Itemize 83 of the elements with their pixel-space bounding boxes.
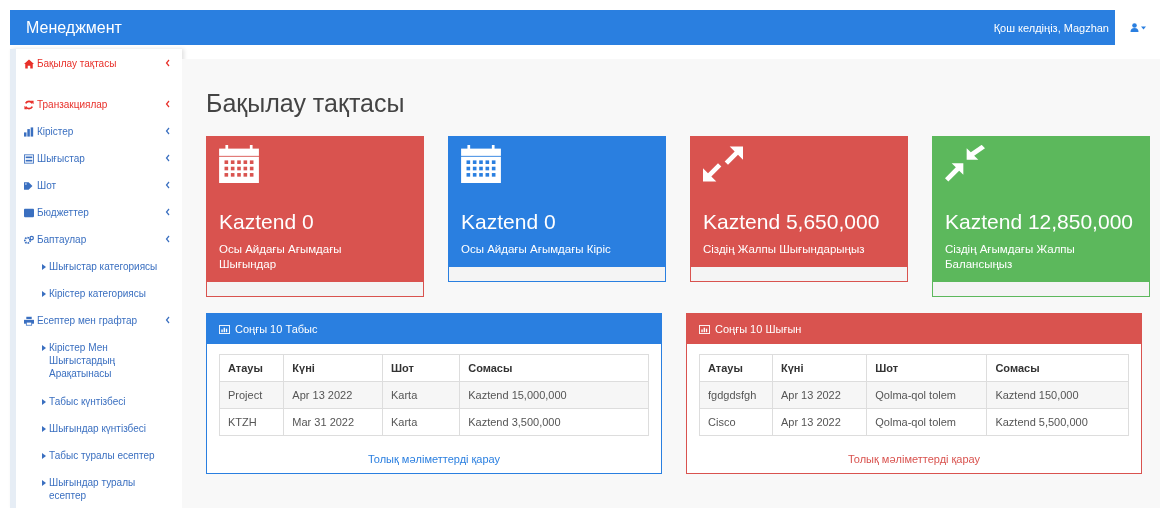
column-header: Сомасы <box>986 354 1129 382</box>
sidebar-item[interactable]: Баптаулар <box>24 233 174 260</box>
stat-label: Осы Айдағы Ағымдағы Кіріс <box>461 242 612 257</box>
sidebar-item[interactable]: Кірістер <box>24 125 174 152</box>
table-cell: Karta <box>382 408 460 436</box>
table-cell: Apr 13 2022 <box>772 408 867 436</box>
sidebar-subitem[interactable]: Табыс күнтізбесі <box>24 395 174 422</box>
sidebar-subitem[interactable]: Кірістер Мен Шығыстардың Арақатынасы <box>24 341 174 395</box>
view-details-link[interactable]: Толық мәліметтерді қарау <box>847 453 981 465</box>
column-header: Атауы <box>219 354 284 382</box>
printer-icon <box>24 315 34 326</box>
chevron-left-icon <box>165 235 170 243</box>
calendar-icon <box>219 145 259 183</box>
column-header: Күні <box>283 354 383 382</box>
chevron-left-icon <box>165 154 170 162</box>
user-caret-icon <box>1129 23 1146 32</box>
column-header: Шот <box>382 354 460 382</box>
table-cell: Apr 13 2022 <box>772 381 867 409</box>
panel-title: Соңғы 10 Шығын <box>715 323 802 335</box>
stat-label: Сіздің Жалпы Шығындарыңыз <box>703 242 866 257</box>
table-cell: Karta <box>382 381 460 409</box>
table-cell: Project <box>219 381 284 409</box>
column-header: Сомасы <box>459 354 649 382</box>
sidebar-item[interactable]: Транзакциялар <box>24 98 174 125</box>
table-cell: KTZH <box>219 408 284 436</box>
list-icon <box>24 153 34 164</box>
chevron-left-icon <box>165 59 170 67</box>
stat-label: Сіздің Ағымдағы Жалпы Балансыңыз <box>945 242 1076 272</box>
stat-label: Осы Айдағы Ағымдағы Шығындар <box>219 242 343 272</box>
calendar-icon <box>461 145 501 183</box>
brand-title[interactable]: Менеджмент <box>10 18 994 37</box>
chevron-left-icon <box>165 181 170 189</box>
table-cell: Cisco <box>699 408 773 436</box>
triangle-icon <box>42 344 46 351</box>
table-cell: Qolma-qol tolem <box>866 381 987 409</box>
tag-icon <box>24 180 34 191</box>
triangle-icon <box>42 425 46 432</box>
chevron-left-icon <box>165 100 170 108</box>
chart-icon <box>699 324 710 334</box>
chevron-left-icon <box>165 316 170 324</box>
table-cell: Kaztend 150,000 <box>986 381 1129 409</box>
compress-arrows-icon <box>945 145 985 183</box>
sidebar-item[interactable]: Шот <box>24 179 174 206</box>
chevron-left-icon <box>165 127 170 135</box>
stat-value: Kaztend 5,650,000 <box>703 209 881 234</box>
chevron-left-icon <box>165 208 170 216</box>
triangle-icon <box>42 398 46 405</box>
page-title: Бақылау тақтасы <box>206 89 406 118</box>
sidebar-subitem[interactable]: Табыс туралы есептер <box>24 449 174 476</box>
welcome-text: Қош келдіңіз, Magzhan <box>993 21 1110 34</box>
wallet-icon <box>24 207 34 218</box>
stat-value: Kaztend 0 <box>219 209 315 234</box>
column-header: Шот <box>866 354 987 382</box>
triangle-icon <box>42 263 46 270</box>
panel-title: Соңғы 10 Табыс <box>235 323 318 335</box>
chart-icon <box>219 324 230 334</box>
sidebar-subitem[interactable]: Шығындар туралы есептер <box>24 476 174 502</box>
home-icon <box>24 58 34 69</box>
sidebar-subitem[interactable]: Шығыстар категориясы <box>24 260 174 287</box>
table-cell: Mar 31 2022 <box>283 408 383 436</box>
table-cell: Kaztend 15,000,000 <box>459 381 649 409</box>
bar-chart-icon <box>24 126 34 137</box>
table-cell: Kaztend 3,500,000 <box>459 408 649 436</box>
table-cell: Apr 13 2022 <box>283 381 383 409</box>
triangle-icon <box>42 479 46 486</box>
sidebar-item[interactable]: Бюджеттер <box>24 206 174 233</box>
sidebar-item[interactable]: Шығыстар <box>24 152 174 179</box>
sidebar-item[interactable]: Есептер мен графтар <box>24 314 174 341</box>
expand-arrows-icon <box>703 145 743 183</box>
sidebar-item[interactable]: Бақылау тақтасы <box>24 57 174 98</box>
column-header: Күні <box>772 354 867 382</box>
stat-value: Kaztend 12,850,000 <box>945 209 1134 234</box>
view-details-link[interactable]: Толық мәліметтерді қарау <box>367 453 501 465</box>
sidebar-subitem[interactable]: Кірістер категориясы <box>24 287 174 314</box>
refresh-icon <box>24 99 34 110</box>
stat-value: Kaztend 0 <box>461 209 557 234</box>
column-header: Атауы <box>699 354 773 382</box>
sidebar-subitem[interactable]: Шығындар күнтізбесі <box>24 422 174 449</box>
table-cell: Qolma-qol tolem <box>866 408 987 436</box>
table-cell: fgdgdsfgh <box>699 381 773 409</box>
table-cell: Kaztend 5,500,000 <box>986 408 1129 436</box>
triangle-icon <box>42 290 46 297</box>
triangle-icon <box>42 452 46 459</box>
